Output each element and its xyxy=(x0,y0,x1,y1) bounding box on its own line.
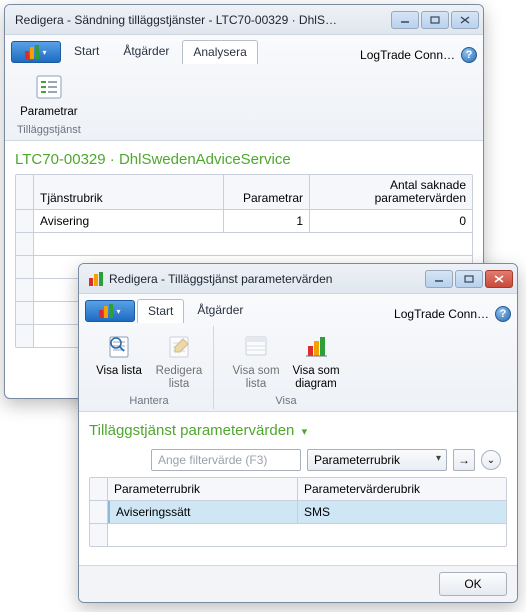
parent-ribbon: ▾ Start Åtgärder Analysera LogTrade Conn… xyxy=(5,35,483,141)
table-row[interactable]: Aviseringssätt SMS xyxy=(90,501,506,524)
arrow-right-icon: → xyxy=(458,453,470,467)
dialog-footer: OK xyxy=(79,565,517,602)
col-param-value-heading[interactable]: Parametervärderubrik xyxy=(298,478,506,500)
help-icon[interactable]: ? xyxy=(461,47,477,63)
show-as-chart-label: Visa som diagram xyxy=(291,365,341,390)
view-list-label: Visa lista xyxy=(96,365,142,378)
parameters-button-label: Parametrar xyxy=(20,106,78,119)
show-as-list-button[interactable]: Visa som lista xyxy=(228,326,284,393)
tab-analyze[interactable]: Analysera xyxy=(182,40,257,64)
parent-titlebar[interactable]: Redigera - Sändning tilläggstjänster - L… xyxy=(5,5,483,35)
table-row[interactable]: Avisering 1 0 xyxy=(16,210,472,233)
dynamics-logo-icon xyxy=(99,304,113,318)
page-title-text: Tilläggstjänst parametervärden xyxy=(89,422,294,439)
cell-service-heading: Avisering xyxy=(34,210,224,232)
col-parameters[interactable]: Parametrar xyxy=(224,175,310,209)
page-title: LTC70-00329 · DhlSwedenAdviceService xyxy=(15,147,473,174)
edit-list-button[interactable]: Redigera lista xyxy=(151,326,207,393)
cell-param-heading: Aviseringssätt xyxy=(108,501,298,523)
page-title[interactable]: Tilläggstjänst parametervärden ▾ xyxy=(89,418,507,445)
col-param-heading[interactable]: Parameterrubrik xyxy=(108,478,298,500)
close-button[interactable] xyxy=(451,11,479,29)
minimize-button[interactable] xyxy=(425,270,453,288)
ribbon-group-label: Tilläggstjänst xyxy=(17,124,81,138)
logtrade-connect-link[interactable]: LogTrade Conn… xyxy=(360,48,455,62)
ribbon-group-view-label: Visa xyxy=(275,395,296,409)
view-list-button[interactable]: Visa lista xyxy=(91,326,147,393)
table-row[interactable]: . xyxy=(16,233,472,256)
parent-window-title: Redigera - Sändning tilläggstjänster - L… xyxy=(15,13,391,27)
logtrade-connect-link[interactable]: LogTrade Conn… xyxy=(394,307,489,321)
filter-input[interactable]: Ange filtervärde (F3) xyxy=(151,449,301,471)
tab-actions[interactable]: Åtgärder xyxy=(112,39,180,63)
cell-parameters: 1 xyxy=(224,210,310,232)
show-as-list-label: Visa som lista xyxy=(231,365,281,390)
child-ribbon: ▾ Start Åtgärder LogTrade Conn… ? xyxy=(79,294,517,412)
expand-title-icon[interactable]: ▾ xyxy=(299,426,308,438)
magnifier-list-icon xyxy=(102,329,136,363)
tab-actions[interactable]: Åtgärder xyxy=(186,298,254,322)
app-menu-button[interactable]: ▾ xyxy=(11,41,61,63)
parameters-grid[interactable]: Parameterrubrik Parametervärderubrik Avi… xyxy=(89,477,507,547)
list-view-icon xyxy=(239,329,273,363)
parameters-button[interactable]: Parametrar xyxy=(21,67,77,122)
maximize-button[interactable] xyxy=(421,11,449,29)
cell-missing: 0 xyxy=(310,210,472,232)
expand-filter-button[interactable]: ⌄ xyxy=(481,450,501,470)
tab-start[interactable]: Start xyxy=(137,299,184,323)
chevron-down-icon: ▾ xyxy=(116,307,120,316)
chevron-down-icon: ▾ xyxy=(42,48,46,57)
col-missing[interactable]: Antal saknade parametervärden xyxy=(310,175,472,209)
app-menu-button[interactable]: ▾ xyxy=(85,300,135,322)
ok-button[interactable]: OK xyxy=(439,572,507,596)
parameters-icon xyxy=(32,70,66,104)
help-icon[interactable]: ? xyxy=(495,306,511,322)
col-service-heading[interactable]: Tjänstrubrik xyxy=(34,175,224,209)
ribbon-group-manage-label: Hantera xyxy=(129,395,168,409)
filter-field-dropdown[interactable]: Parameterrubrik xyxy=(307,449,447,471)
close-button[interactable] xyxy=(485,270,513,288)
show-as-chart-button[interactable]: Visa som diagram xyxy=(288,326,344,393)
chart-icon xyxy=(299,329,333,363)
tab-start[interactable]: Start xyxy=(63,39,110,63)
table-row[interactable]: . xyxy=(90,524,506,546)
edit-list-label: Redigera lista xyxy=(154,365,204,390)
apply-filter-button[interactable]: → xyxy=(453,449,475,471)
cell-param-value[interactable]: SMS xyxy=(298,501,506,523)
dynamics-logo-icon xyxy=(89,272,103,286)
chevron-down-icon: ⌄ xyxy=(487,455,495,466)
edit-list-icon xyxy=(162,329,196,363)
child-window: Redigera - Tilläggstjänst parametervärde… xyxy=(78,263,518,603)
child-window-title: Redigera - Tilläggstjänst parametervärde… xyxy=(109,272,425,286)
child-titlebar[interactable]: Redigera - Tilläggstjänst parametervärde… xyxy=(79,264,517,294)
dynamics-logo-icon xyxy=(25,45,39,59)
maximize-button[interactable] xyxy=(455,270,483,288)
minimize-button[interactable] xyxy=(391,11,419,29)
